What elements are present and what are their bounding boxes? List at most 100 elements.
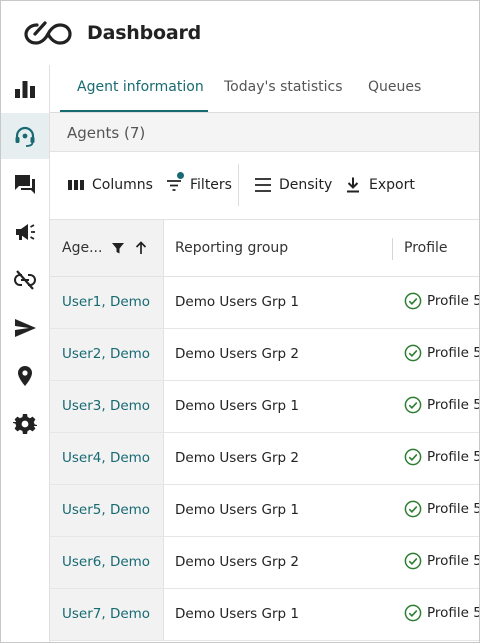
check-circle-icon (404, 396, 422, 414)
tab-queues[interactable]: Queues (368, 79, 421, 95)
columns-button[interactable]: Columns (67, 176, 153, 194)
agents-header: Agents (7) (50, 113, 479, 152)
agent-name-cell: User6, Demo (50, 537, 164, 588)
profile-label: Profile 5 (427, 449, 480, 465)
megaphone-icon (16, 224, 35, 240)
profile-label: Profile 5 (427, 397, 480, 413)
agent-name-link[interactable]: User4, Demo (62, 450, 150, 466)
link-off-icon (14, 270, 36, 290)
agent-name-link[interactable]: User2, Demo (62, 346, 150, 362)
app-header: Dashboard (1, 1, 479, 65)
app-title: Dashboard (87, 22, 202, 44)
agent-name-link[interactable]: User1, Demo (62, 294, 150, 310)
density-button[interactable]: Density (254, 176, 332, 194)
export-label: Export (369, 177, 415, 193)
main-content: Agent information Today's statistics Que… (50, 65, 479, 642)
profile-cell: Profile 5 (404, 500, 480, 518)
gear-icon (13, 414, 37, 434)
sidebar-item-agents[interactable] (1, 113, 49, 159)
filters-label: Filters (190, 177, 232, 193)
column-header-profile[interactable]: Profile (404, 220, 448, 276)
grid-toolbar: Columns Filters Density Export (50, 152, 479, 220)
table-row[interactable]: User5, Demo Demo Users Grp 1 Profile 5 (50, 485, 479, 537)
table-row[interactable]: User7, Demo Demo Users Grp 1 Profile 5 (50, 589, 479, 641)
profile-label: Profile 5 (427, 553, 480, 569)
agents-title: Agents (7) (67, 124, 146, 142)
download-icon (347, 177, 359, 193)
check-circle-icon (404, 292, 422, 310)
agent-name-link[interactable]: User7, Demo (62, 606, 150, 622)
agent-name-link[interactable]: User6, Demo (62, 554, 150, 570)
filters-button[interactable]: Filters (165, 172, 232, 194)
reporting-group-cell: Demo Users Grp 1 (175, 502, 299, 518)
profile-cell: Profile 5 (404, 604, 480, 622)
column-header-reporting-group[interactable]: Reporting group (175, 220, 288, 276)
sidebar-item-announcements[interactable] (1, 209, 49, 255)
chat-icon (15, 175, 35, 194)
bar-chart-icon (15, 81, 35, 98)
profile-label: Profile 5 (427, 293, 480, 309)
table-row[interactable]: User2, Demo Demo Users Grp 2 Profile 5 (50, 329, 479, 381)
agent-name-cell: User5, Demo (50, 485, 164, 536)
sidebar-item-location[interactable] (1, 353, 49, 399)
profile-cell: Profile 5 (404, 552, 480, 570)
reporting-group-cell: Demo Users Grp 2 (175, 554, 299, 570)
sort-ascending-icon[interactable] (134, 241, 148, 255)
column-header-agent[interactable]: Age... (50, 220, 164, 276)
reporting-group-cell: Demo Users Grp 1 (175, 294, 299, 310)
check-circle-icon (404, 344, 422, 362)
agent-name-cell: User4, Demo (50, 433, 164, 484)
sidebar-item-messages[interactable] (1, 161, 49, 207)
active-tab-indicator (60, 110, 208, 112)
agent-name-link[interactable]: User5, Demo (62, 502, 150, 518)
column-header-agent-label: Age... (62, 240, 103, 256)
sidebar-item-unlink[interactable] (1, 257, 49, 303)
profile-cell: Profile 5 (404, 344, 480, 362)
tab-todays-statistics[interactable]: Today's statistics (224, 79, 343, 95)
columns-icon (68, 180, 84, 190)
tab-agent-information[interactable]: Agent information (77, 79, 204, 95)
check-circle-icon (404, 500, 422, 518)
profile-label: Profile 5 (427, 345, 480, 361)
agent-name-link[interactable]: User3, Demo (62, 398, 150, 414)
filter-icon-wrap (165, 172, 190, 194)
profile-label: Profile 5 (427, 501, 480, 517)
toolbar-divider (238, 164, 239, 206)
check-circle-icon (404, 604, 422, 622)
profile-cell: Profile 5 (404, 292, 480, 310)
grid-header: Age... Reporting group Profile (50, 220, 479, 277)
send-icon (15, 319, 36, 337)
agent-name-cell: User7, Demo (50, 589, 164, 640)
reporting-group-cell: Demo Users Grp 2 (175, 346, 299, 362)
table-row[interactable]: User6, Demo Demo Users Grp 2 Profile 5 (50, 537, 479, 589)
check-circle-icon (404, 448, 422, 466)
sidebar-item-send[interactable] (1, 305, 49, 351)
app-window: Dashboard Agent information Today's stat… (0, 0, 480, 643)
headset-icon (15, 126, 35, 147)
profile-label: Profile 5 (427, 605, 480, 621)
agent-name-cell: User2, Demo (50, 329, 164, 380)
agent-name-cell: User1, Demo (50, 277, 164, 328)
agent-name-cell: User3, Demo (50, 381, 164, 432)
sidebar (1, 65, 50, 642)
reporting-group-cell: Demo Users Grp 1 (175, 606, 299, 622)
location-pin-icon (18, 366, 32, 386)
reporting-group-cell: Demo Users Grp 1 (175, 398, 299, 414)
infinity-logo-icon (24, 21, 72, 45)
profile-cell: Profile 5 (404, 396, 480, 414)
sidebar-item-settings[interactable] (1, 401, 49, 447)
column-separator (392, 238, 393, 260)
export-button[interactable]: Export (344, 176, 415, 194)
sidebar-item-chart[interactable] (1, 66, 49, 112)
density-icon (255, 178, 271, 192)
table-row[interactable]: User4, Demo Demo Users Grp 2 Profile 5 (50, 433, 479, 485)
table-row[interactable]: User1, Demo Demo Users Grp 1 Profile 5 (50, 277, 479, 329)
tab-bar: Agent information Today's statistics Que… (50, 65, 479, 113)
profile-cell: Profile 5 (404, 448, 480, 466)
check-circle-icon (404, 552, 422, 570)
columns-label: Columns (92, 177, 153, 193)
column-filter-icon[interactable] (111, 241, 125, 255)
reporting-group-cell: Demo Users Grp 2 (175, 450, 299, 466)
table-row[interactable]: User3, Demo Demo Users Grp 1 Profile 5 (50, 381, 479, 433)
density-label: Density (279, 177, 333, 193)
